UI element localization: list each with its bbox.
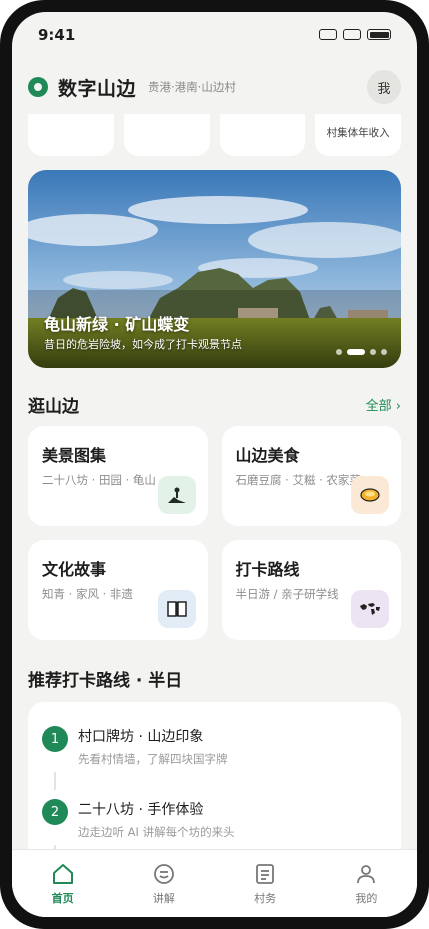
- route-step[interactable]: 1 村口牌坊 · 山边印象 先看村情墙，了解四块国字牌: [42, 726, 228, 767]
- tab-village-affairs[interactable]: 村务: [215, 850, 316, 917]
- tile-title: 文化故事: [42, 560, 107, 579]
- logo-icon: [28, 77, 48, 97]
- tab-guide[interactable]: 讲解: [113, 850, 214, 917]
- stats-row: 村集体年收入: [28, 114, 401, 156]
- banner-title: 龟山新绿 · 矿山蝶变: [44, 315, 190, 334]
- status-bar: 9:41: [12, 12, 417, 56]
- food-bowl-icon: [351, 476, 389, 514]
- tile-local-food[interactable]: 山边美食 石磨豆腐 · 艾糍 · 农家菜: [221, 426, 401, 526]
- step-desc: 先看村情墙，了解四块国字牌: [78, 752, 228, 766]
- phone-frame: 9:41 数字山边 贵港·港南·山边村 我 村集体年收入 龟山新绿 · 矿山蝶变…: [0, 0, 429, 929]
- stat-card[interactable]: [219, 114, 306, 156]
- step-title: 二十八坊 · 手作体验: [78, 802, 204, 818]
- step-number: 2: [42, 799, 68, 825]
- stat-label: 村集体年收入: [326, 127, 390, 139]
- explore-section-title: 逛山边: [28, 397, 79, 417]
- carousel-indicator[interactable]: [336, 349, 387, 355]
- status-time: 9:41: [38, 26, 76, 44]
- step-number: 1: [42, 726, 68, 752]
- bottom-tab-bar: 首页 讲解 村务 我的: [12, 849, 417, 917]
- carousel-dot[interactable]: [370, 349, 376, 355]
- tab-label: 讲解: [152, 892, 175, 905]
- book-icon: [157, 590, 196, 628]
- stat-card[interactable]: [123, 114, 210, 156]
- guide-chat-icon: [153, 864, 174, 884]
- view-all-link[interactable]: 全部 ›: [366, 395, 401, 414]
- status-icons: [319, 29, 391, 40]
- tab-label: 首页: [51, 892, 74, 905]
- world-map-icon: [351, 590, 389, 628]
- hero-banner[interactable]: 龟山新绿 · 矿山蝶变 昔日的危岩险坡，如今成了打卡观景节点: [28, 170, 401, 368]
- tile-title: 打卡路线: [235, 560, 300, 579]
- battery-icon: [367, 29, 391, 40]
- user-icon: [357, 865, 376, 884]
- home-icon: [52, 864, 73, 884]
- tab-home[interactable]: 首页: [12, 850, 113, 917]
- tab-profile[interactable]: 我的: [316, 850, 417, 917]
- carousel-dot[interactable]: [381, 349, 387, 355]
- tab-label: 村务: [254, 892, 277, 905]
- tab-label: 我的: [355, 892, 378, 905]
- tile-culture-stories[interactable]: 文化故事 知青 · 家风 · 非遗: [28, 540, 208, 640]
- app-title: 数字山边: [58, 77, 137, 100]
- app-screen: 9:41 数字山边 贵港·港南·山边村 我 村集体年收入 龟山新绿 · 矿山蝶变…: [12, 12, 417, 917]
- tile-title: 山边美食: [235, 446, 300, 465]
- step-title: 村口牌坊 · 山边印象: [78, 729, 204, 745]
- route-section-header: 推荐打卡路线 · 半日: [28, 666, 401, 691]
- step-desc: 边走边听 AI 讲解每个坊的来头: [78, 825, 235, 839]
- banner-subtitle: 昔日的危岩险坡，如今成了打卡观景节点: [44, 338, 242, 351]
- signal-icon: [319, 29, 337, 40]
- route-section-title: 推荐打卡路线 · 半日: [28, 671, 183, 691]
- wifi-icon: [343, 29, 361, 40]
- carousel-dot-active[interactable]: [347, 349, 365, 355]
- app-header: 数字山边 贵港·港南·山边村 我: [28, 70, 401, 104]
- document-icon: [256, 864, 275, 884]
- stat-card-income[interactable]: 村集体年收入: [315, 114, 401, 156]
- village-location: 贵港·港南·山边村: [148, 80, 236, 94]
- tile-title: 美景图集: [42, 446, 107, 465]
- stat-card[interactable]: [28, 114, 114, 156]
- landscape-icon: [157, 476, 196, 514]
- step-connector: [54, 772, 56, 790]
- explore-grid: 美景图集 二十八坊 · 田园 · 龟山 山边美食 石磨豆腐 · 艾糍 · 农家菜…: [28, 426, 401, 640]
- explore-section-header: 逛山边 全部 ›: [28, 392, 401, 417]
- carousel-dot[interactable]: [336, 349, 342, 355]
- profile-avatar-button[interactable]: 我: [367, 70, 401, 104]
- tile-scenery-gallery[interactable]: 美景图集 二十八坊 · 田园 · 龟山: [28, 426, 208, 526]
- route-step[interactable]: 2 二十八坊 · 手作体验 边走边听 AI 讲解每个坊的来头: [42, 799, 235, 840]
- tile-checkin-routes[interactable]: 打卡路线 半日游 / 亲子研学线: [221, 540, 401, 640]
